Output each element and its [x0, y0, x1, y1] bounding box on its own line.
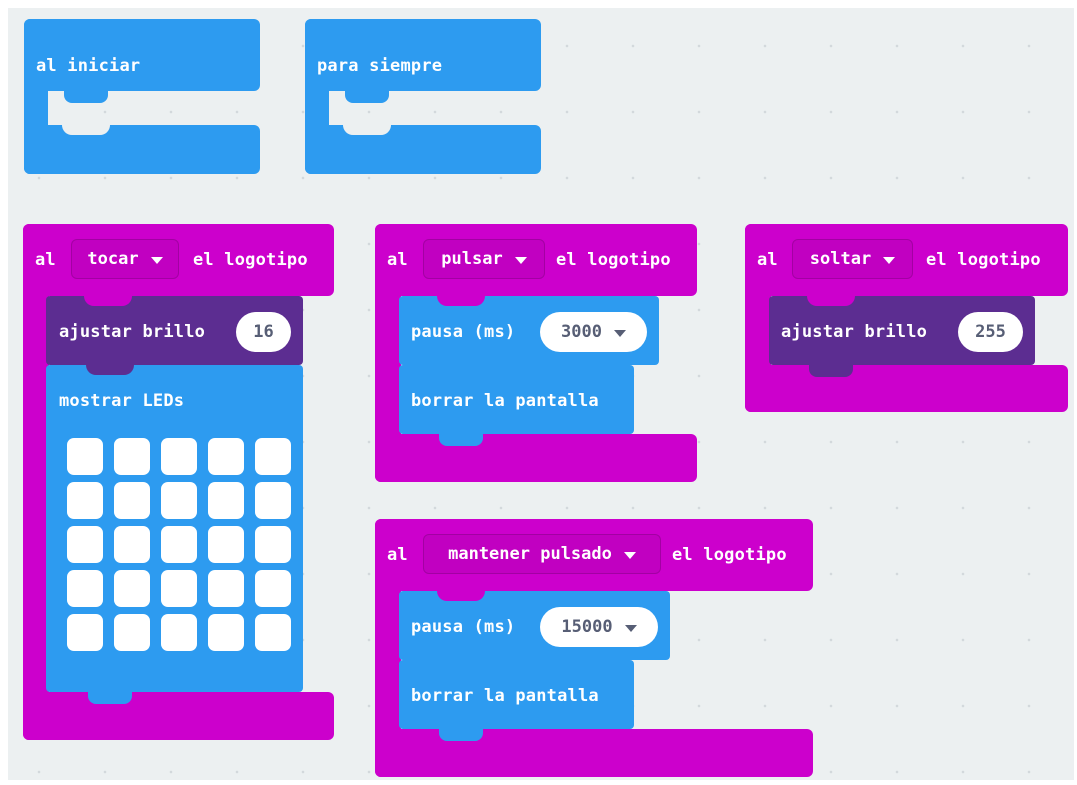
chevron-down-icon [624, 624, 637, 632]
on-logo-press-block[interactable]: al pulsar el logotipo pausa (ms) 3000 bo… [375, 224, 697, 482]
pause-value-2: 15000 [561, 617, 613, 637]
pause-value: 3000 [561, 322, 602, 342]
show-leds-label: mostrar LEDs [59, 391, 185, 411]
brightness-value: 16 [253, 322, 274, 342]
press-prefix: al [387, 250, 408, 270]
pause-block-2[interactable]: pausa (ms) 15000 [399, 591, 670, 660]
clear-screen-label-2: borrar la pantalla [411, 686, 599, 706]
led-cell[interactable] [114, 482, 150, 519]
show-leds-block[interactable]: mostrar LEDs [46, 365, 303, 692]
led-cell[interactable] [67, 570, 103, 607]
led-cell[interactable] [208, 570, 244, 607]
press-event-dropdown[interactable]: pulsar [423, 239, 545, 279]
led-cell[interactable] [161, 526, 197, 563]
press-event-value: pulsar [441, 249, 503, 269]
clear-screen-block-2[interactable]: borrar la pantalla [399, 660, 634, 729]
clear-screen-block[interactable]: borrar la pantalla [399, 365, 634, 434]
led-cell[interactable] [161, 482, 197, 519]
blocks-workspace[interactable]: al iniciar para siempre al tocar el logo… [8, 8, 1074, 780]
led-cell[interactable] [161, 570, 197, 607]
long-press-event-dropdown[interactable]: mantener pulsado [423, 534, 661, 574]
chevron-down-icon [623, 551, 636, 559]
led-cell[interactable] [67, 438, 103, 475]
led-cell[interactable] [114, 614, 150, 651]
touch-event-value: tocar [87, 249, 139, 269]
on-start-label: al iniciar [36, 56, 141, 76]
pause-label-2: pausa (ms) [411, 617, 516, 637]
long-press-suffix: el logotipo [672, 545, 787, 565]
led-cell[interactable] [255, 614, 291, 651]
led-cell[interactable] [208, 526, 244, 563]
chevron-down-icon [883, 256, 896, 264]
led-cell[interactable] [114, 570, 150, 607]
set-brightness-label: ajustar brillo [59, 322, 206, 342]
clear-screen-label: borrar la pantalla [411, 391, 599, 411]
led-cell[interactable] [114, 526, 150, 563]
led-cell[interactable] [255, 570, 291, 607]
pause-block[interactable]: pausa (ms) 3000 [399, 296, 659, 365]
pause-label: pausa (ms) [411, 322, 516, 342]
brightness-value-input-2[interactable]: 255 [958, 312, 1023, 352]
led-cell[interactable] [255, 526, 291, 563]
led-cell[interactable] [161, 438, 197, 475]
on-start-block[interactable]: al iniciar [24, 19, 260, 174]
brightness-value-input[interactable]: 16 [236, 312, 291, 352]
long-press-event-value: mantener pulsado [448, 544, 612, 564]
forever-label: para siempre [317, 56, 443, 76]
chevron-down-icon [150, 256, 163, 264]
set-brightness-label-2: ajustar brillo [781, 322, 928, 342]
led-cell[interactable] [208, 438, 244, 475]
release-suffix: el logotipo [926, 250, 1041, 270]
led-cell[interactable] [208, 614, 244, 651]
long-press-prefix: al [387, 545, 408, 565]
brightness-value-2: 255 [975, 322, 1006, 342]
led-cell[interactable] [255, 438, 291, 475]
led-grid[interactable] [67, 438, 293, 654]
led-cell[interactable] [208, 482, 244, 519]
set-brightness-block[interactable]: ajustar brillo 16 [46, 296, 303, 365]
led-cell[interactable] [67, 482, 103, 519]
chevron-down-icon [613, 329, 626, 337]
pause-value-dropdown[interactable]: 3000 [540, 312, 647, 352]
led-cell[interactable] [114, 438, 150, 475]
press-suffix: el logotipo [556, 250, 671, 270]
led-cell[interactable] [67, 614, 103, 651]
touch-event-dropdown[interactable]: tocar [71, 239, 179, 279]
chevron-down-icon [514, 256, 527, 264]
led-cell[interactable] [161, 614, 197, 651]
forever-block[interactable]: para siempre [305, 19, 541, 174]
on-logo-long-press-block[interactable]: al mantener pulsado el logotipo pausa (m… [375, 519, 813, 777]
touch-suffix: el logotipo [193, 250, 308, 270]
on-logo-release-block[interactable]: al soltar el logotipo ajustar brillo 255 [745, 224, 1068, 412]
on-logo-touch-block[interactable]: al tocar el logotipo ajustar brillo 16 m… [23, 224, 334, 740]
release-event-dropdown[interactable]: soltar [792, 239, 913, 279]
release-prefix: al [757, 250, 778, 270]
led-cell[interactable] [255, 482, 291, 519]
release-event-value: soltar [809, 249, 872, 269]
pause-value-dropdown-2[interactable]: 15000 [540, 607, 658, 647]
set-brightness-block-2[interactable]: ajustar brillo 255 [769, 296, 1035, 365]
touch-prefix: al [35, 250, 56, 270]
led-cell[interactable] [67, 526, 103, 563]
